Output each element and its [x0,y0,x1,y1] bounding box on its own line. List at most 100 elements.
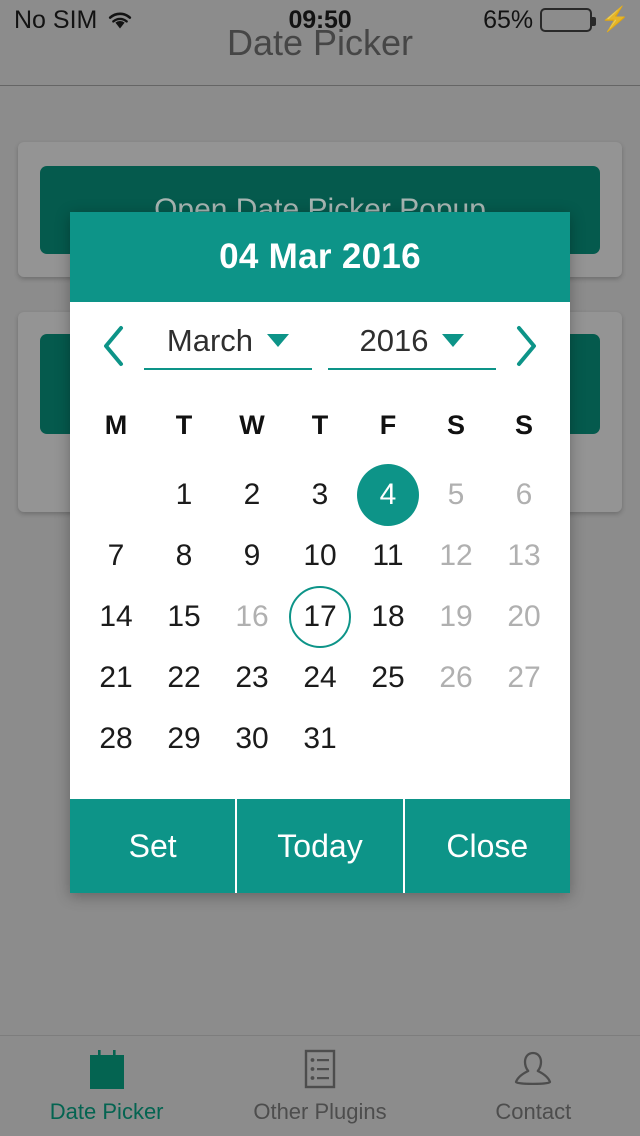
picker-body: March 2016 MTWTFSS 1 2 3 4 5 6 7 8 9 10 11 12 13 14 15… [70,302,570,799]
day-cell[interactable]: 3 [286,464,354,525]
day-cell[interactable]: 18 [354,586,422,647]
day-cell[interactable]: 29 [150,708,218,769]
day-number: 21 [99,660,133,694]
day-cell[interactable]: 28 [82,708,150,769]
chevron-left-icon [104,326,123,366]
calendar-icon [84,1047,130,1093]
day-cell[interactable]: 2 [218,464,286,525]
day-number: 17 [289,585,351,648]
day-cell[interactable]: 31 [286,708,354,769]
day-number: 15 [167,599,201,633]
tab-date-picker[interactable]: Date Picker [0,1036,213,1136]
month-dropdown[interactable]: March [144,323,312,370]
day-cell[interactable]: 11 [354,525,422,586]
caret-down-icon [442,334,465,347]
tab-other-plugins[interactable]: Other Plugins [213,1036,426,1136]
day-number: 31 [303,721,337,755]
set-button-label: Set [128,827,177,864]
weekday-header: M [104,410,128,440]
day-cell-empty [82,464,150,525]
set-button[interactable]: Set [70,799,235,893]
year-value: 2016 [359,322,429,358]
day-cell: 16 [218,586,286,647]
day-grid: 1 2 3 4 5 6 7 8 9 10 11 12 13 14 15 16 17 18 19 20 21 22 23 24 2… [70,463,570,799]
day-number: 25 [371,660,405,694]
day-number: 23 [235,660,269,694]
list-icon [297,1047,343,1093]
day-number: 10 [303,538,337,572]
day-number: 22 [167,660,201,694]
day-cell[interactable]: 7 [82,525,150,586]
day-cell: 6 [490,464,558,525]
today-button[interactable]: Today [235,799,402,893]
caret-down-icon [267,334,290,347]
weekday-header: S [514,410,533,440]
month-underline [144,367,312,370]
day-cell: 26 [422,647,490,708]
day-cell[interactable]: 30 [218,708,286,769]
weekday-header: W [239,410,265,440]
close-button[interactable]: Close [402,799,570,893]
day-cell[interactable]: 22 [150,647,218,708]
day-number: 28 [99,721,133,755]
day-cell[interactable]: 9 [218,525,286,586]
date-picker-dialog: 04 Mar 2016 March 2016 M T W T F S S 1 2… [70,212,570,893]
month-year-selector-row: March 2016 [70,302,570,390]
day-number: 20 [507,599,541,633]
day-number: 9 [243,538,261,572]
previous-month-button[interactable] [92,316,136,376]
tab-bar: Date Picker Other Plugins Contact [0,1035,640,1136]
day-number: 30 [235,721,269,755]
day-number: 11 [372,538,404,572]
close-button-label: Close [446,827,529,864]
next-month-button[interactable] [504,316,548,376]
day-cell: 5 [422,464,490,525]
day-cell[interactable]: 14 [82,586,150,647]
day-cell[interactable]: 10 [286,525,354,586]
year-dropdown[interactable]: 2016 [328,323,496,370]
day-cell[interactable]: 21 [82,647,150,708]
dialog-header: 04 Mar 2016 [70,212,570,302]
dialog-action-row: Set Today Close [70,799,570,893]
year-underline [328,367,496,370]
day-cell[interactable]: 15 [150,586,218,647]
day-number: 14 [99,599,133,633]
day-number: 7 [107,538,125,572]
day-number: 1 [175,477,193,511]
day-number: 18 [371,599,405,633]
day-number: 19 [439,599,473,633]
tab-contact[interactable]: Contact [427,1036,640,1136]
day-cell: 13 [490,525,558,586]
chevron-right-icon [517,326,536,366]
weekday-header: F [379,410,397,440]
month-value: March [166,322,254,358]
day-cell[interactable]: 23 [218,647,286,708]
tab-other-plugins-label: Other Plugins [253,1099,387,1124]
day-cell[interactable]: 4 [354,463,422,526]
day-cell[interactable]: 17 [286,585,354,648]
day-number: 27 [507,660,541,694]
day-number: 13 [507,538,541,572]
day-cell: 27 [490,647,558,708]
today-button-label: Today [277,827,363,864]
day-number: 29 [167,721,201,755]
day-number: 5 [447,477,465,511]
day-number: 2 [243,477,261,511]
day-cell[interactable]: 1 [150,464,218,525]
day-number: 3 [311,477,329,511]
day-number: 4 [357,463,419,526]
day-number: 26 [439,660,473,694]
day-number: 8 [175,538,193,572]
day-cell[interactable]: 25 [354,647,422,708]
day-cell: 19 [422,586,490,647]
day-cell: 20 [490,586,558,647]
weekday-header: T [311,410,329,440]
weekday-header: T [175,410,193,440]
day-number: 16 [235,599,269,633]
day-cell[interactable]: 24 [286,647,354,708]
day-cell: 12 [422,525,490,586]
person-icon [510,1047,556,1093]
day-cell[interactable]: 8 [150,525,218,586]
weekday-header: S [446,410,465,440]
selected-date-label: 04 Mar 2016 [219,237,421,276]
